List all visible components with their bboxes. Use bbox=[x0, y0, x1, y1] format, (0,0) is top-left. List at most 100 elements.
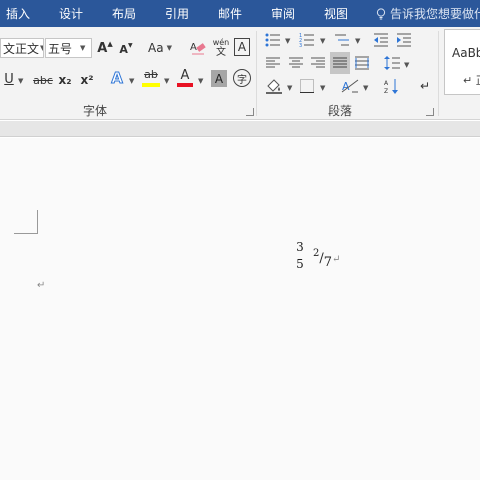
underline-icon: U bbox=[4, 71, 14, 87]
line-spacing-icon bbox=[384, 56, 400, 70]
superscript-button[interactable]: x² bbox=[79, 71, 95, 89]
style-normal-label: ↵ 正 bbox=[463, 74, 480, 87]
tab-references[interactable]: 引用 bbox=[165, 5, 189, 22]
font-name-combo[interactable]: 文正文 ▼ bbox=[0, 38, 44, 58]
paragraph-dialog-launcher[interactable] bbox=[426, 108, 434, 116]
highlight-dropdown[interactable]: ▼ bbox=[164, 77, 169, 85]
highlight-color-bar bbox=[142, 83, 160, 87]
stacked-fraction[interactable]: 3 5 bbox=[294, 240, 306, 271]
sort-icon: A Z bbox=[384, 79, 398, 94]
empty-paragraph-mark: ↵ bbox=[37, 280, 46, 291]
numbering-dropdown[interactable]: ▼ bbox=[320, 37, 325, 45]
paragraph-mark-icon: ↵ bbox=[419, 79, 431, 93]
ribbon-tab-bar: 插入 设计 布局 引用 邮件 审阅 视图 告诉我您想要做什 bbox=[0, 0, 480, 27]
increase-indent-icon bbox=[397, 33, 411, 47]
strikethrough-button[interactable]: abc bbox=[32, 71, 54, 89]
align-center-icon bbox=[289, 57, 303, 68]
margin-corner-mark bbox=[14, 210, 38, 234]
enclose-characters-button[interactable]: 字 bbox=[233, 69, 251, 87]
font-dialog-launcher[interactable] bbox=[246, 108, 254, 116]
character-shading-icon: A bbox=[214, 71, 224, 86]
text-effects-icon: A bbox=[111, 69, 124, 88]
character-border-button[interactable]: A bbox=[234, 38, 250, 56]
slash-fraction[interactable]: 2/7↵ bbox=[313, 248, 340, 270]
style-normal-preview[interactable]: AaBb bbox=[452, 46, 480, 60]
chinese-layout-button[interactable]: A bbox=[340, 76, 360, 96]
font-size-value: 五号 bbox=[48, 41, 73, 56]
phonetic-guide-button[interactable]: wén 文 bbox=[211, 36, 231, 60]
bullet-list-icon bbox=[265, 33, 280, 47]
borders-button[interactable] bbox=[298, 77, 316, 95]
document-page[interactable] bbox=[0, 138, 480, 480]
borders-dropdown[interactable]: ▼ bbox=[320, 84, 325, 92]
multilevel-list-dropdown[interactable]: ▼ bbox=[355, 37, 360, 45]
paragraph-group-label: 段落 bbox=[328, 104, 353, 118]
change-case-button[interactable]: Aa ▼ bbox=[146, 39, 174, 57]
slash-fraction-denominator: 7 bbox=[323, 255, 333, 270]
highlighter-icon: ab bbox=[144, 68, 158, 81]
font-color-button[interactable]: A bbox=[176, 67, 194, 89]
align-center-button[interactable] bbox=[287, 54, 305, 72]
chinese-layout-icon: A bbox=[341, 79, 359, 93]
shading-button[interactable] bbox=[264, 77, 284, 95]
shrink-font-button[interactable]: A ▼ bbox=[118, 41, 134, 57]
justify-button[interactable] bbox=[330, 52, 350, 74]
subscript-button[interactable]: x₂ bbox=[57, 71, 73, 89]
bullets-dropdown[interactable]: ▼ bbox=[285, 37, 290, 45]
font-group-label: 字体 bbox=[83, 104, 108, 118]
tell-me-box[interactable]: 告诉我您想要做什 bbox=[376, 5, 480, 22]
text-effects-button[interactable]: A bbox=[108, 68, 126, 88]
clear-formatting-button[interactable]: A bbox=[188, 38, 208, 58]
text-effects-dropdown[interactable]: ▼ bbox=[129, 77, 134, 85]
change-case-icon: Aa bbox=[148, 41, 164, 55]
group-divider bbox=[438, 31, 439, 116]
subscript-icon: x₂ bbox=[58, 73, 72, 87]
paint-bucket-icon bbox=[266, 79, 282, 94]
sort-button[interactable]: A Z bbox=[383, 77, 401, 95]
underline-button[interactable]: U bbox=[2, 69, 16, 89]
ribbon-home: 文正文 ▼ 五号 ▼ A▲ A▼ Aa▼ A wén 文 A U ▼ abc x… bbox=[0, 27, 480, 120]
highlight-button[interactable]: ab bbox=[141, 67, 161, 89]
line-spacing-button[interactable] bbox=[383, 54, 401, 72]
paragraph-mark: ↵ bbox=[332, 254, 341, 265]
svg-text:A: A bbox=[190, 42, 197, 53]
distributed-icon bbox=[355, 56, 369, 70]
styles-gallery[interactable]: AaBb ↵ 正 bbox=[444, 29, 480, 95]
justify-icon bbox=[333, 57, 347, 68]
increase-indent-button[interactable] bbox=[395, 31, 413, 49]
font-size-combo[interactable]: 五号 ▼ bbox=[45, 38, 92, 58]
chinese-layout-dropdown[interactable]: ▼ bbox=[363, 84, 368, 92]
tab-insert[interactable]: 插入 bbox=[6, 5, 30, 22]
multilevel-list-button[interactable] bbox=[333, 31, 351, 49]
numbering-button[interactable]: 1 2 3 bbox=[298, 31, 316, 49]
font-color-dropdown[interactable]: ▼ bbox=[198, 77, 203, 85]
grow-font-icon: A bbox=[97, 40, 108, 56]
underline-dropdown[interactable]: ▼ bbox=[18, 77, 23, 85]
align-left-button[interactable] bbox=[264, 54, 282, 72]
character-shading-button[interactable]: A bbox=[211, 70, 227, 87]
borders-icon bbox=[300, 79, 314, 93]
fraction-denominator: 5 bbox=[296, 257, 304, 271]
tab-review[interactable]: 审阅 bbox=[271, 5, 295, 22]
decrease-indent-icon bbox=[374, 33, 388, 47]
align-left-icon bbox=[266, 57, 280, 68]
tab-mailings[interactable]: 邮件 bbox=[218, 5, 242, 22]
eraser-icon: A bbox=[190, 42, 206, 55]
tab-layout[interactable]: 布局 bbox=[112, 5, 136, 22]
ruler-strip bbox=[0, 121, 480, 137]
shading-dropdown[interactable]: ▼ bbox=[287, 84, 292, 92]
enclose-characters-icon: 字 bbox=[237, 74, 247, 86]
decrease-indent-button[interactable] bbox=[372, 31, 390, 49]
grow-font-button[interactable]: A ▲ bbox=[96, 39, 114, 57]
tab-design[interactable]: 设计 bbox=[59, 5, 83, 22]
phonetic-guide-char: 文 bbox=[216, 47, 226, 58]
bullets-button[interactable] bbox=[264, 31, 282, 49]
lightbulb-icon bbox=[376, 8, 386, 20]
distributed-button[interactable] bbox=[353, 54, 371, 72]
character-border-icon: A bbox=[237, 40, 247, 54]
line-spacing-dropdown[interactable]: ▼ bbox=[404, 61, 409, 69]
align-right-button[interactable] bbox=[309, 54, 327, 72]
tab-view[interactable]: 视图 bbox=[324, 5, 348, 22]
multilevel-list-icon bbox=[335, 34, 349, 46]
show-hide-marks-button[interactable]: ↵ bbox=[416, 77, 434, 95]
